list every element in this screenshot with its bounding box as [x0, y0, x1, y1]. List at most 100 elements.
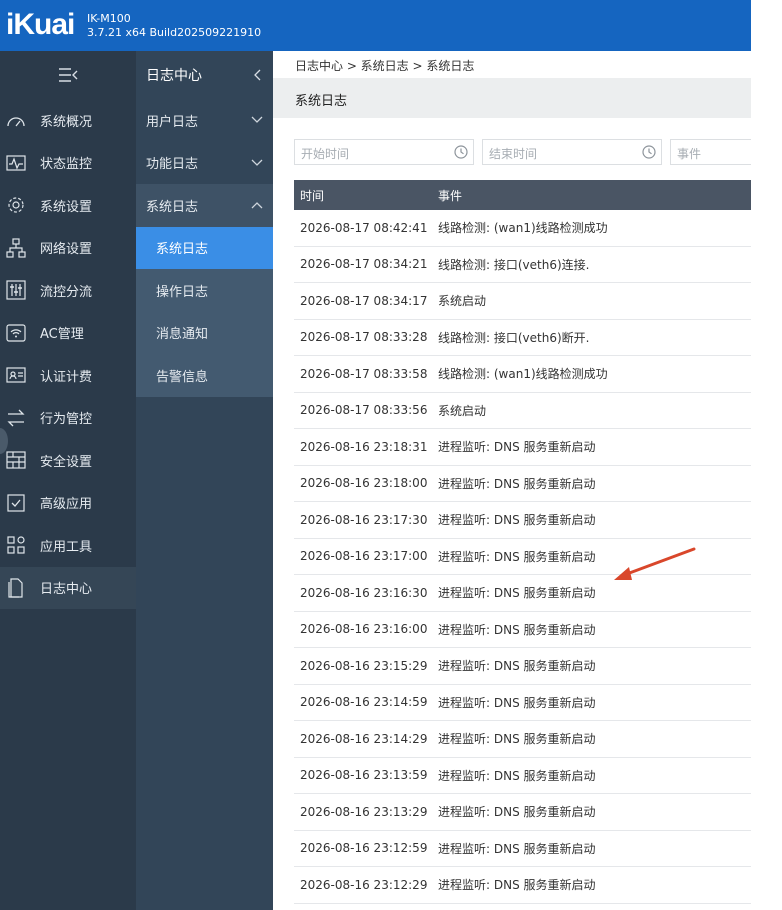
nav-item-3[interactable]: 系统设置	[0, 184, 136, 227]
nav-item-label: 系统设置	[40, 199, 93, 215]
cell-event: 系统启动	[438, 403, 487, 418]
ikuai-logo[interactable]: iKuai	[6, 8, 75, 42]
table-row: 2026-08-17 08:42:41 线路检测: (wan1)线路检测成功	[294, 210, 751, 247]
nav-item-10[interactable]: 高级应用	[0, 482, 136, 525]
end-time-placeholder: 结束时间	[489, 147, 538, 161]
subnav-group-label: 功能日志	[146, 157, 199, 173]
nav-item-label: 流控分流	[40, 284, 93, 300]
table-row: 2026-08-16 23:14:59 进程监听: DNS 服务重新启动	[294, 685, 751, 721]
cell-time: 2026-08-16 23:17:00	[300, 549, 428, 564]
firewall-icon	[2, 450, 30, 470]
cell-event: 进程监听: DNS 服务重新启动	[438, 513, 596, 528]
nav-item-label: 状态监控	[40, 157, 93, 173]
subnav-group-function-log[interactable]: 功能日志	[136, 142, 273, 185]
table-row: 2026-08-16 23:15:29 进程监听: DNS 服务重新启动	[294, 648, 751, 685]
cell-time: 2026-08-16 23:12:59	[300, 841, 428, 856]
cell-time: 2026-08-16 23:15:29	[300, 658, 428, 673]
column-header-time[interactable]: 时间	[294, 187, 438, 204]
nav-item-12[interactable]: 日志中心	[0, 566, 136, 609]
cell-time: 2026-08-16 23:18:31	[300, 439, 428, 454]
nav-item-7[interactable]: 认证计费	[0, 354, 136, 397]
table-row: 2026-08-17 08:34:21 线路检测: 接口(veth6)连接.	[294, 247, 751, 283]
page-title: 系统日志	[295, 94, 348, 109]
cell-event: 进程监听: DNS 服务重新启动	[438, 768, 596, 783]
nav-item-8[interactable]: 行为管控	[0, 397, 136, 440]
nav-item-6[interactable]: AC管理	[0, 312, 136, 355]
event-placeholder: 事件	[677, 147, 702, 161]
cell-event: 进程监听: DNS 服务重新启动	[438, 878, 596, 893]
table-row: 2026-08-16 23:13:29 进程监听: DNS 服务重新启动	[294, 794, 751, 831]
cell-time: 2026-08-16 23:12:29	[300, 877, 428, 892]
cell-event: 线路检测: (wan1)线路检测成功	[438, 221, 608, 236]
nav-item-label: 网络设置	[40, 242, 93, 258]
subnav-group-label: 系统日志	[146, 199, 199, 215]
cell-time: 2026-08-17 08:33:28	[300, 330, 428, 345]
system-log-table: 时间 事件 2026-08-17 08:42:41 线路检测: (wan1)线路检…	[294, 180, 751, 904]
nav-item-label: AC管理	[40, 327, 84, 343]
chevron-up-icon	[251, 202, 263, 209]
subnav-item-system-log[interactable]: 系统日志	[136, 226, 273, 269]
nav-item-1[interactable]: 系统概况	[0, 99, 136, 142]
sliders-icon	[2, 280, 30, 300]
cell-event: 进程监听: DNS 服务重新启动	[438, 659, 596, 674]
table-row: 2026-08-17 08:33:58 线路检测: (wan1)线路检测成功	[294, 356, 751, 393]
end-time-picker[interactable]: 结束时间	[482, 139, 662, 165]
nav-item-9[interactable]: 安全设置	[0, 439, 136, 482]
gear-icon	[2, 195, 30, 215]
subnav-item-operation-log[interactable]: 操作日志	[136, 269, 273, 312]
nav-item-5[interactable]: 流控分流	[0, 269, 136, 312]
subnav-group-user-log[interactable]: 用户日志	[136, 99, 273, 142]
window-edge	[751, 0, 782, 910]
chevron-down-icon	[251, 116, 263, 124]
cell-event: 进程监听: DNS 服务重新启动	[438, 586, 596, 601]
cell-event: 系统启动	[438, 294, 487, 309]
table-row: 2026-08-16 23:13:59 进程监听: DNS 服务重新启动	[294, 758, 751, 794]
document-icon	[2, 578, 30, 598]
grid-icon	[2, 535, 30, 555]
start-time-picker[interactable]: 开始时间	[294, 139, 474, 165]
network-icon	[2, 238, 30, 258]
firmware-build: 3.7.21 x64 Build202509221910	[87, 26, 262, 39]
event-filter-input[interactable]: 事件	[670, 139, 751, 165]
page-title-bar: 系统日志	[273, 78, 751, 118]
cell-time: 2026-08-17 08:33:58	[300, 366, 428, 381]
cell-time: 2026-08-16 23:17:30	[300, 512, 428, 527]
breadcrumb[interactable]: 日志中心 > 系统日志 > 系统日志	[295, 57, 474, 74]
table-row: 2026-08-16 23:12:29 进程监听: DNS 服务重新启动	[294, 867, 751, 904]
nav-item-2[interactable]: 状态监控	[0, 142, 136, 185]
table-row: 2026-08-17 08:33:56 系统启动	[294, 393, 751, 429]
subnav-item-notifications[interactable]: 消息通知	[136, 312, 273, 355]
cell-event: 进程监听: DNS 服务重新启动	[438, 622, 596, 637]
pulse-icon	[2, 153, 30, 173]
nav-item-label: 安全设置	[40, 454, 93, 470]
menu-collapse-icon	[59, 68, 78, 82]
table-row: 2026-08-16 23:17:30 进程监听: DNS 服务重新启动	[294, 502, 751, 539]
nav-item-11[interactable]: 应用工具	[0, 524, 136, 567]
device-info: IK-M100 3.7.21 x64 Build202509221910	[87, 12, 261, 40]
cell-event: 进程监听: DNS 服务重新启动	[438, 841, 596, 856]
table-row: 2026-08-16 23:14:29 进程监听: DNS 服务重新启动	[294, 721, 751, 758]
table-row: 2026-08-16 23:12:59 进程监听: DNS 服务重新启动	[294, 831, 751, 867]
cell-time: 2026-08-16 23:13:59	[300, 768, 428, 783]
chevron-left-icon[interactable]	[253, 69, 263, 81]
chevron-down-icon	[251, 159, 263, 166]
subnav-item-alerts[interactable]: 告警信息	[136, 354, 273, 397]
sub-sidebar: 日志中心 用户日志 功能日志 系统日志 系统日志 操作日志 消息通知 告警信息	[136, 51, 273, 910]
subnav-group-label: 用户日志	[146, 114, 199, 130]
cell-event: 线路检测: 接口(veth6)断开.	[438, 330, 590, 345]
collapse-menu-button[interactable]	[0, 51, 136, 99]
subnav-group-system-log[interactable]: 系统日志	[136, 184, 273, 227]
nav-item-4[interactable]: 网络设置	[0, 227, 136, 270]
table-row: 2026-08-17 08:34:17 系统启动	[294, 283, 751, 320]
check-box-icon	[2, 493, 30, 513]
cell-event: 进程监听: DNS 服务重新启动	[438, 732, 596, 747]
column-header-event[interactable]: 事件	[438, 187, 462, 204]
cell-time: 2026-08-17 08:42:41	[300, 220, 428, 235]
table-header: 时间 事件	[294, 180, 751, 210]
top-header: iKuai IK-M100 3.7.21 x64 Build2025092219…	[0, 0, 751, 51]
cell-time: 2026-08-17 08:34:17	[300, 293, 428, 308]
main-content: 日志中心 > 系统日志 > 系统日志 系统日志 开始时间 结束时间 事件 时间 …	[273, 51, 751, 910]
cell-time: 2026-08-16 23:14:59	[300, 695, 428, 710]
clock-icon	[453, 144, 469, 164]
wifi-icon	[2, 323, 30, 343]
